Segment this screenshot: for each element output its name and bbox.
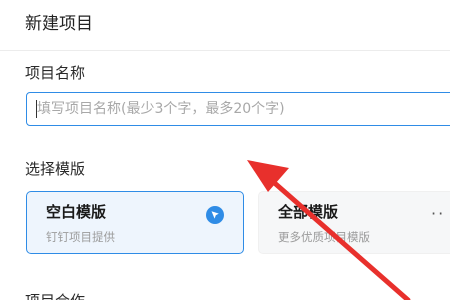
blank-template-title: 空白模版 xyxy=(46,203,107,221)
all-templates-title: 全部模版 xyxy=(278,203,339,221)
page-title: 新建项目 xyxy=(25,14,93,34)
all-templates-subtitle: 更多优质项目模版 xyxy=(278,230,370,244)
text-caret xyxy=(36,100,37,118)
project-name-input[interactable] xyxy=(26,92,450,126)
template-label: 选择模版 xyxy=(25,160,86,178)
check-circle-icon xyxy=(206,206,224,224)
blank-template-subtitle: 钉钉项目提供 xyxy=(46,230,115,244)
blank-template-card[interactable]: 空白模版 钉钉项目提供 xyxy=(26,191,244,254)
dialog-header: 新建项目 xyxy=(0,0,450,51)
ellipsis-icon[interactable]: ·· xyxy=(431,204,445,223)
new-project-dialog: 新建项目 项目名称 选择模版 空白模版 钉钉项目提供 全部模版 更多优质项目模版… xyxy=(0,0,450,300)
all-templates-card[interactable]: 全部模版 更多优质项目模版 ·· xyxy=(258,191,450,254)
project-name-label: 项目名称 xyxy=(25,64,86,82)
project-collab-label: 项目合作 xyxy=(25,290,85,300)
